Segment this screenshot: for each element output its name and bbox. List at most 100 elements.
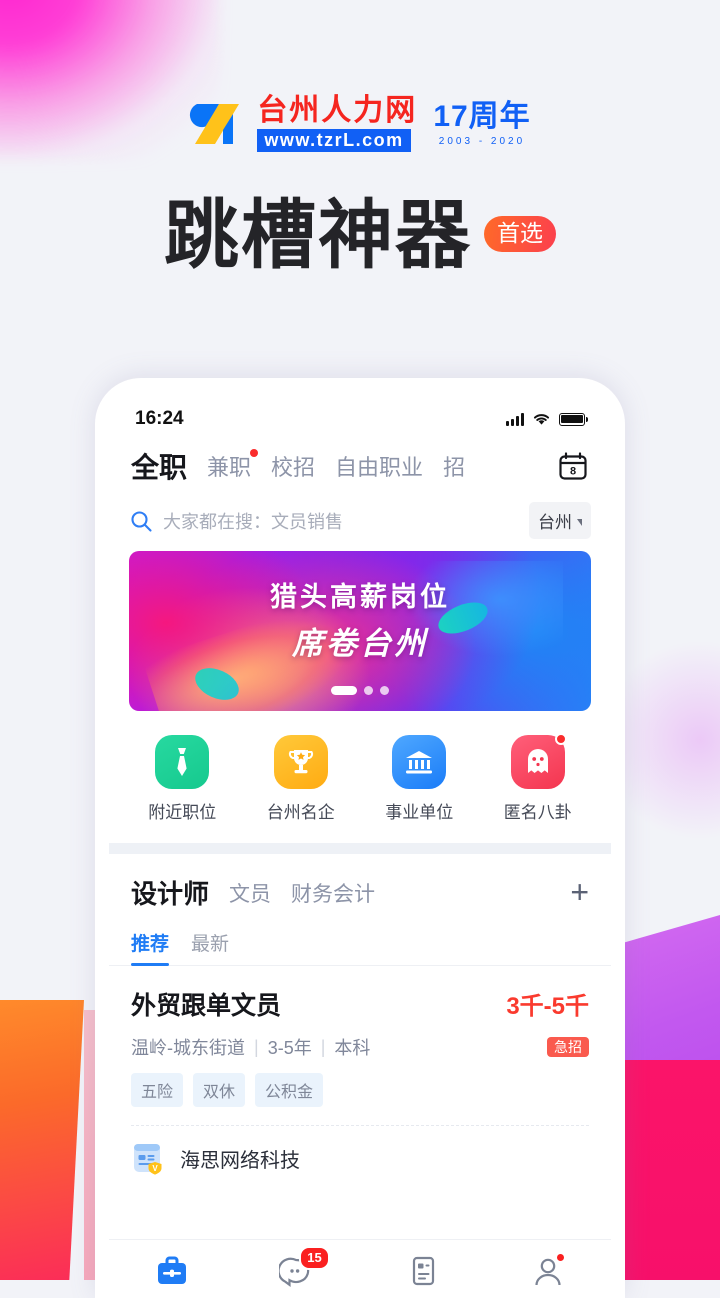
banner-line-2: 席卷台州	[292, 626, 428, 661]
company-verified-icon: V	[131, 1140, 167, 1176]
job-tag-list: 五险 双休 公积金	[131, 1073, 589, 1107]
meta-separator: |	[254, 1036, 259, 1057]
city-selector[interactable]: 台州	[529, 502, 591, 539]
brand-website: www.tzrL.com	[257, 129, 411, 152]
tab-parttime-label: 兼职	[207, 455, 252, 480]
chat-bubble-icon: 15	[277, 1246, 330, 1288]
banner-text: 猎头高薪岗位 席卷台州	[129, 575, 591, 663]
search-icon	[131, 510, 152, 532]
search-input[interactable]: 大家都在搜：文员销售	[163, 508, 519, 534]
quick-entry-label: 匿名八卦	[503, 803, 572, 822]
tab-freelance[interactable]: 自由职业	[335, 450, 423, 482]
nav-item-resume[interactable]	[360, 1254, 486, 1288]
category-tab-accounting[interactable]: 财务会计	[291, 878, 375, 908]
sub-tab-bar[interactable]: 推荐 最新	[109, 915, 611, 966]
job-experience: 3-5年	[267, 1038, 312, 1058]
banner-slide[interactable]: 猎头高薪岗位 席卷台州	[129, 551, 591, 711]
svg-text:8: 8	[570, 466, 576, 478]
cellular-signal-icon	[506, 412, 524, 426]
page-title: 跳槽神器	[163, 193, 472, 277]
banner-pagination[interactable]	[129, 686, 591, 695]
category-tab-bar[interactable]: 设计师 文员 财务会计 +	[109, 854, 611, 915]
tab-freelance-label: 自由职业	[335, 455, 424, 480]
calendar-icon[interactable]: 8	[557, 450, 589, 482]
tzrl-logo-mark-icon	[189, 100, 247, 148]
quick-entry-grid[interactable]: 附近职位 台州名企 事业单位 匿名八卦	[109, 711, 611, 843]
headline-row: 跳槽神器 首选	[0, 198, 720, 273]
briefcase-icon	[154, 1254, 190, 1288]
quick-entry-top-companies[interactable]: 台州名企	[255, 735, 347, 823]
tab-recruit[interactable]: 招	[443, 450, 465, 482]
quick-entry-nearby-jobs[interactable]: 附近职位	[136, 735, 228, 823]
anniversary-range: 2003 - 2020	[438, 135, 526, 147]
search-bar[interactable]: 大家都在搜：文员销售 台州	[109, 492, 611, 551]
job-meta: 温岭-城东街道 | 3-5年 | 本科	[131, 1034, 370, 1060]
svg-text:V: V	[152, 1164, 158, 1173]
brand-text: 台州人力网 www.tzrL.com	[257, 96, 417, 152]
banner-dot-3[interactable]	[380, 686, 389, 695]
city-label: 台州	[538, 513, 572, 532]
wifi-icon	[533, 414, 550, 425]
sub-tab-recommended[interactable]: 推荐	[131, 929, 170, 966]
meta-separator: |	[320, 1036, 326, 1057]
job-tag: 公积金	[255, 1073, 324, 1107]
job-header: 外贸跟单文员 3千-5千	[131, 986, 589, 1022]
banner-dot-1[interactable]	[331, 686, 357, 695]
job-location: 温岭-城东街道	[131, 1038, 245, 1058]
ghost-icon	[510, 733, 567, 789]
quick-entry-label: 台州名企	[266, 803, 335, 822]
nav-item-messages[interactable]: 15	[235, 1246, 361, 1288]
message-count-badge: 15	[299, 1246, 330, 1270]
job-list-item[interactable]: 外贸跟单文员 3千-5千 温岭-城东街道 | 3-5年 | 本科 急招 五险 双…	[109, 966, 611, 1192]
tab-recruit-label: 招	[443, 455, 466, 480]
sub-tab-latest[interactable]: 最新	[191, 929, 229, 965]
job-meta-row: 温岭-城东街道 | 3-5年 | 本科 急招	[131, 1034, 589, 1060]
chevron-down-icon	[577, 519, 582, 526]
job-title: 外贸跟单文员	[131, 992, 282, 1020]
category-tab-clerk[interactable]: 文员	[229, 878, 271, 908]
first-choice-badge: 首选	[484, 216, 556, 252]
anniversary-block: 17周年 2003 - 2020	[433, 99, 531, 147]
quick-entry-label: 事业单位	[385, 803, 454, 822]
category-tab-designer[interactable]: 设计师	[131, 874, 209, 911]
phone-mockup: 16:24 全职 兼职 校招 自由职业 招 8 大家都在搜：文员销售 台州 猎头…	[95, 378, 625, 1298]
company-name: 海思网络科技	[180, 1149, 300, 1172]
tab-campus-label: 校招	[271, 455, 316, 480]
necktie-icon	[155, 735, 210, 789]
trophy-icon	[273, 735, 328, 789]
quick-entry-anonymous-gossip[interactable]: 匿名八卦	[492, 733, 584, 823]
person-icon	[530, 1252, 567, 1288]
brand-logo: 台州人力网 www.tzrL.com 17周年 2003 - 2020	[0, 96, 720, 152]
promo-header: 台州人力网 www.tzrL.com 17周年 2003 - 2020 跳槽神器…	[0, 0, 720, 273]
phone-screen: 16:24 全职 兼职 校招 自由职业 招 8 大家都在搜：文员销售 台州 猎头…	[109, 392, 611, 1298]
job-salary: 3千-5千	[506, 993, 589, 1020]
bottom-navigation[interactable]: 15	[109, 1239, 611, 1298]
orange-band-left	[0, 1000, 85, 1280]
status-indicators	[506, 412, 589, 426]
banner-dot-2[interactable]	[364, 686, 373, 695]
tab-campus[interactable]: 校招	[271, 450, 315, 482]
nav-item-jobs[interactable]	[109, 1254, 235, 1288]
resume-icon	[405, 1254, 441, 1288]
section-divider	[109, 843, 611, 854]
urgent-badge: 急招	[547, 1037, 589, 1057]
notification-dot-icon	[250, 449, 259, 457]
nav-item-profile[interactable]	[486, 1252, 612, 1288]
banner-carousel[interactable]: 猎头高薪岗位 席卷台州	[109, 551, 611, 711]
anniversary-years-label: 17周年	[433, 99, 531, 133]
job-company-row[interactable]: V 海思网络科技	[131, 1126, 589, 1192]
add-category-button[interactable]: +	[570, 876, 589, 908]
bank-icon	[392, 735, 447, 789]
main-tab-bar[interactable]: 全职 兼职 校招 自由职业 招 8	[109, 434, 611, 492]
brand-name-cn: 台州人力网	[257, 94, 418, 127]
quick-entry-public-institutions[interactable]: 事业单位	[373, 735, 465, 823]
job-tag: 双休	[193, 1073, 246, 1107]
tab-fulltime[interactable]: 全职	[131, 446, 187, 486]
gossip-badge-dot-icon	[554, 733, 567, 745]
status-bar: 16:24	[109, 392, 611, 434]
job-education: 本科	[334, 1038, 371, 1058]
tab-parttime[interactable]: 兼职	[207, 449, 259, 482]
quick-entry-label: 附近职位	[148, 803, 217, 822]
banner-line-1: 猎头高薪岗位	[270, 582, 450, 612]
status-time: 16:24	[135, 408, 184, 429]
